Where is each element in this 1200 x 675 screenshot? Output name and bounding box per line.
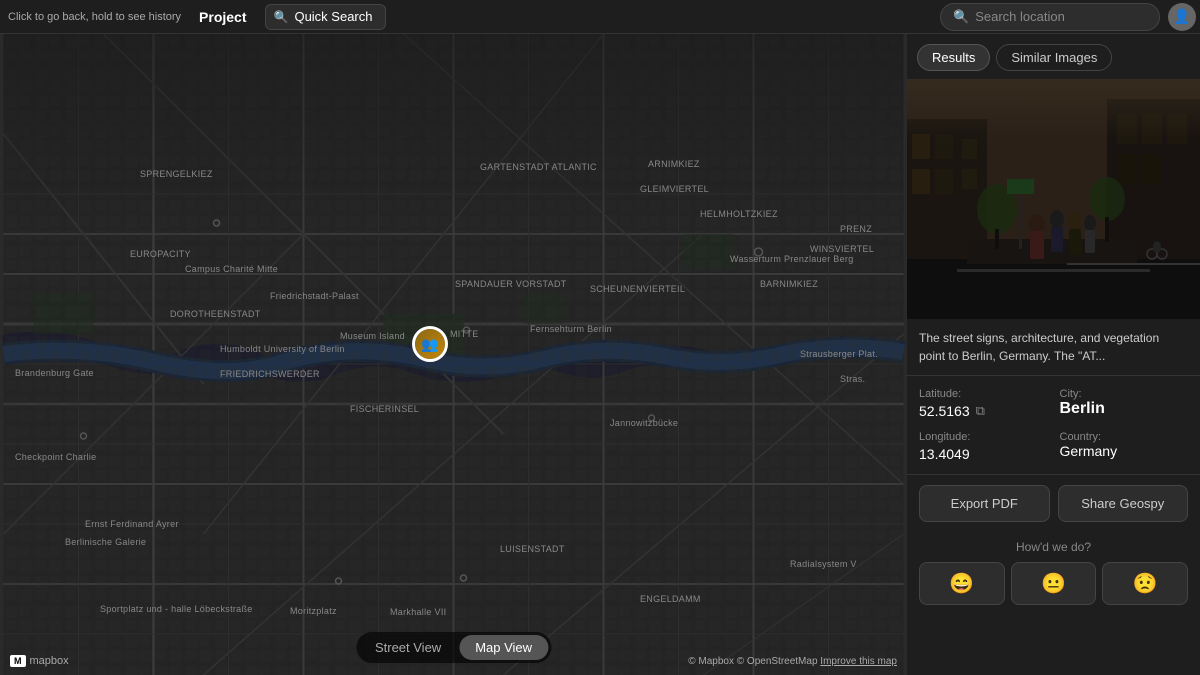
map-view-button[interactable]: Map View (459, 635, 548, 660)
view-toggle-container: Street View Map View (356, 632, 551, 667)
street-photo (907, 79, 1200, 319)
mapbox-logo-box: M (10, 655, 26, 667)
latitude-value: 52.5163 ⧉ (919, 403, 1048, 419)
emoji-row: 😄 😐 😟 (919, 562, 1188, 605)
topbar: Click to go back, hold to see history Pr… (0, 0, 1200, 34)
latitude-label: Latitude: (919, 388, 1048, 400)
main-content: GARTENSTADT ATLANTICARNIMKIEZGLEIMVIERTE… (0, 34, 1200, 675)
feedback-label: How'd we do? (919, 540, 1188, 554)
tab-results[interactable]: Results (917, 44, 990, 71)
share-geospy-button[interactable]: Share Geospy (1058, 485, 1189, 522)
location-pin[interactable]: 👥 (412, 326, 448, 362)
country-item: Country: Germany (1060, 431, 1189, 462)
coords-section: Latitude: 52.5163 ⧉ City: Berlin Longitu… (907, 376, 1200, 475)
latitude-item: Latitude: 52.5163 ⧉ (919, 388, 1048, 419)
longitude-value: 13.4049 (919, 446, 1048, 462)
quick-search-button[interactable]: 🔍 Quick Search (265, 4, 386, 30)
map-area[interactable]: GARTENSTADT ATLANTICARNIMKIEZGLEIMVIERTE… (0, 34, 907, 675)
avatar[interactable]: 👤 (1168, 3, 1196, 31)
emoji-happy-button[interactable]: 😄 (919, 562, 1005, 605)
feedback-section: How'd we do? 😄 😐 😟 (907, 532, 1200, 613)
result-image[interactable] (907, 79, 1200, 319)
tab-similar-images[interactable]: Similar Images (996, 44, 1112, 71)
city-item: City: Berlin (1060, 388, 1189, 419)
emoji-sad-button[interactable]: 😟 (1102, 562, 1188, 605)
project-button[interactable]: Project (189, 0, 256, 33)
country-value: Germany (1060, 443, 1189, 459)
view-toggle: Street View Map View (356, 632, 551, 663)
photo-svg (907, 79, 1200, 319)
country-label: Country: (1060, 431, 1189, 443)
location-search-container: 🔍 (940, 3, 1160, 31)
map-svg (0, 34, 907, 675)
location-search-icon: 🔍 (953, 9, 969, 25)
emoji-neutral-button[interactable]: 😐 (1011, 562, 1097, 605)
city-value: Berlin (1060, 400, 1189, 418)
improve-map-link[interactable]: Improve this map (820, 656, 897, 667)
search-icon: 🔍 (274, 10, 289, 24)
panel-tabs: Results Similar Images (907, 34, 1200, 71)
longitude-label: Longitude: (919, 431, 1048, 443)
longitude-item: Longitude: 13.4049 (919, 431, 1048, 462)
mapbox-logo: M mapbox (10, 655, 69, 667)
right-panel: Results Similar Images (907, 34, 1200, 675)
street-view-button[interactable]: Street View (359, 635, 457, 660)
action-buttons: Export PDF Share Geospy (907, 475, 1200, 532)
hint-text: Click to go back, hold to see history (0, 11, 189, 23)
location-search-input[interactable] (975, 9, 1147, 24)
city-label: City: (1060, 388, 1189, 400)
export-pdf-button[interactable]: Export PDF (919, 485, 1050, 522)
map-attribution: © Mapbox © OpenStreetMap Improve this ma… (688, 656, 897, 667)
copy-latitude-button[interactable]: ⧉ (976, 403, 985, 419)
result-caption: The street signs, architecture, and vege… (907, 319, 1200, 376)
